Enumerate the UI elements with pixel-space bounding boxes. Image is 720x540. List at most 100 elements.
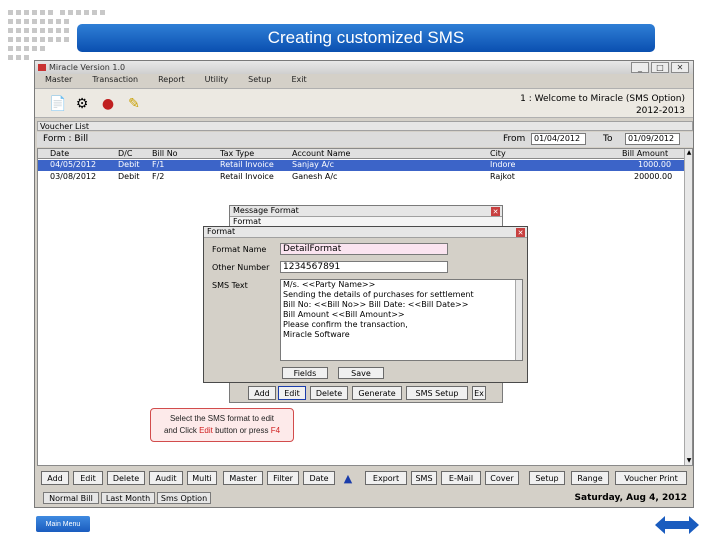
menu-utility[interactable]: Utility bbox=[205, 75, 229, 87]
up-arrow-icon[interactable]: ▲ bbox=[339, 471, 357, 485]
col-bill-no[interactable]: Bill No bbox=[152, 149, 178, 159]
minimize-icon[interactable]: _ bbox=[631, 62, 649, 73]
decorative-dot bbox=[8, 10, 13, 15]
msg-delete-button[interactable]: Delete bbox=[310, 386, 348, 400]
msg-edit-button[interactable]: Edit bbox=[278, 386, 306, 400]
date-button[interactable]: Date bbox=[303, 471, 335, 485]
decorative-dot bbox=[32, 10, 37, 15]
callout-text: and Click bbox=[163, 426, 200, 435]
save-button[interactable]: Save bbox=[338, 367, 384, 379]
main-menu-button[interactable]: Main Menu bbox=[36, 516, 90, 532]
sms-text-area[interactable]: M/s. <<Party Name>> Sending the details … bbox=[280, 279, 523, 361]
decorative-dot bbox=[60, 10, 65, 15]
menu-exit[interactable]: Exit bbox=[291, 75, 306, 87]
sms-button[interactable]: SMS bbox=[411, 471, 437, 485]
decorative-dot bbox=[24, 28, 29, 33]
cell-date: 04/05/2012 bbox=[50, 160, 97, 169]
forward-arrow-icon[interactable] bbox=[677, 516, 699, 534]
voucher-filter-bar: Form : Bill From 01/04/2012 To 01/09/201… bbox=[37, 132, 693, 147]
col-city[interactable]: City bbox=[490, 149, 506, 159]
maximize-icon[interactable]: □ bbox=[651, 62, 669, 73]
msg-generate-button[interactable]: Generate bbox=[352, 386, 402, 400]
decorative-dot bbox=[68, 10, 73, 15]
filter-button[interactable]: Filter bbox=[267, 471, 299, 485]
msg-add-button[interactable]: Add bbox=[248, 386, 276, 400]
new-document-icon[interactable]: 📄 bbox=[49, 95, 67, 113]
status-tab-sms-option[interactable]: Sms Option bbox=[157, 492, 211, 504]
table-row[interactable]: 03/08/2012 Debit F/2 Retail Invoice Gane… bbox=[38, 172, 686, 183]
sms-line: Bill No: <<Bill No>> Bill Date: <<Bill D… bbox=[283, 300, 469, 309]
menu-setup[interactable]: Setup bbox=[248, 75, 271, 87]
cover-button[interactable]: Cover bbox=[485, 471, 519, 485]
app-titlebar: Miracle Version 1.0 _ □ ✕ bbox=[35, 61, 693, 74]
other-number-input[interactable]: 1234567891 bbox=[280, 261, 448, 273]
col-tax-type[interactable]: Tax Type bbox=[220, 149, 254, 159]
back-arrow-icon[interactable] bbox=[655, 516, 677, 534]
status-tab-normal-bill[interactable]: Normal Bill bbox=[43, 492, 99, 504]
format-name-input[interactable]: DetailFormat bbox=[280, 243, 448, 255]
col-bill-amount[interactable]: Bill Amount bbox=[622, 149, 668, 159]
edit-button[interactable]: Edit bbox=[73, 471, 103, 485]
voucher-print-button[interactable]: Voucher Print bbox=[615, 471, 687, 485]
decorative-dot bbox=[16, 10, 21, 15]
table-row[interactable]: 04/05/2012 Debit F/1 Retail Invoice Sanj… bbox=[38, 160, 686, 171]
export-button[interactable]: Export bbox=[365, 471, 407, 485]
decorative-dot bbox=[64, 28, 69, 33]
col-account-name[interactable]: Account Name bbox=[292, 149, 350, 159]
cell-account: Sanjay A/c bbox=[292, 160, 335, 169]
decorative-dot bbox=[16, 19, 21, 24]
add-button[interactable]: Add bbox=[41, 471, 69, 485]
welcome-info: 1 : Welcome to Miracle (SMS Option) 2012… bbox=[520, 93, 685, 117]
delete-button[interactable]: Delete bbox=[107, 471, 145, 485]
instruction-callout: Select the SMS format to edit and Click … bbox=[150, 408, 294, 442]
decorative-dot bbox=[40, 46, 45, 51]
gears-icon[interactable]: ⚙ bbox=[73, 95, 91, 113]
close-icon[interactable]: ✕ bbox=[491, 207, 500, 216]
sms-line: M/s. <<Party Name>> bbox=[283, 280, 376, 289]
app-icon bbox=[38, 64, 46, 71]
to-date-input[interactable]: 01/09/2012 bbox=[625, 133, 680, 145]
format-dialog-title: Format bbox=[204, 227, 527, 238]
sms-line: Bill Amount <<Bill Amount>> bbox=[283, 310, 405, 319]
decorative-dot bbox=[16, 28, 21, 33]
col-dc[interactable]: D/C bbox=[118, 149, 132, 159]
decorative-dot bbox=[64, 37, 69, 42]
financial-year: 2012-2013 bbox=[635, 106, 685, 116]
other-number-label: Other Number bbox=[212, 263, 270, 272]
decorative-dot bbox=[48, 19, 53, 24]
callout-edit: Edit bbox=[199, 426, 213, 435]
setup-button[interactable]: Setup bbox=[529, 471, 565, 485]
notepad-icon[interactable]: ✎ bbox=[125, 95, 143, 113]
range-button[interactable]: Range bbox=[571, 471, 609, 485]
decorative-dot bbox=[40, 28, 45, 33]
money-bag-icon[interactable]: ● bbox=[99, 95, 117, 113]
cell-bill-no: F/1 bbox=[152, 160, 165, 169]
decorative-dot bbox=[56, 37, 61, 42]
app-title-text: Miracle Version 1.0 bbox=[49, 63, 126, 72]
fields-button[interactable]: Fields bbox=[282, 367, 328, 379]
welcome-line: 1 : Welcome to Miracle (SMS Option) bbox=[520, 94, 685, 104]
decorative-dot bbox=[84, 10, 89, 15]
menu-master[interactable]: Master bbox=[45, 75, 72, 87]
menu-report[interactable]: Report bbox=[158, 75, 185, 87]
decorative-dot bbox=[48, 28, 53, 33]
audit-button[interactable]: Audit bbox=[149, 471, 183, 485]
msg-exit-button[interactable]: Ex bbox=[472, 386, 486, 400]
scroll-up-icon[interactable]: ▲ bbox=[685, 149, 693, 157]
multi-button[interactable]: Multi bbox=[187, 471, 217, 485]
status-bar: Normal Bill Last Month Sms Option Saturd… bbox=[37, 491, 693, 505]
email-button[interactable]: E-Mail bbox=[441, 471, 481, 485]
master-button[interactable]: Master bbox=[223, 471, 263, 485]
sms-scrollbar[interactable] bbox=[515, 280, 522, 360]
from-date-input[interactable]: 01/04/2012 bbox=[531, 133, 586, 145]
scroll-down-icon[interactable]: ▼ bbox=[685, 457, 693, 465]
grid-scrollbar[interactable]: ▲ ▼ bbox=[684, 149, 692, 465]
close-icon[interactable]: ✕ bbox=[516, 228, 525, 237]
decorative-dot bbox=[100, 10, 105, 15]
decorative-dot bbox=[48, 10, 53, 15]
menu-transaction[interactable]: Transaction bbox=[92, 75, 138, 87]
col-date[interactable]: Date bbox=[50, 149, 69, 159]
msg-sms-setup-button[interactable]: SMS Setup bbox=[406, 386, 468, 400]
status-tab-last-month[interactable]: Last Month bbox=[101, 492, 155, 504]
close-icon[interactable]: ✕ bbox=[671, 62, 689, 73]
